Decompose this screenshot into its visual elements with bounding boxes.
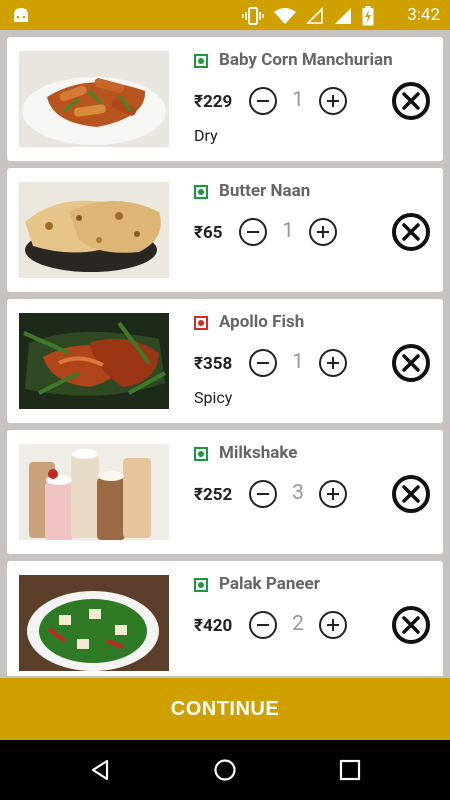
signal-empty-icon xyxy=(306,7,324,29)
item-quantity: 2 xyxy=(292,612,304,636)
vibrate-icon xyxy=(242,7,264,29)
remove-item-button[interactable] xyxy=(392,213,430,251)
decrease-quantity-button[interactable] xyxy=(239,218,267,246)
item-price: ₹229 xyxy=(194,92,233,112)
close-icon xyxy=(402,616,420,634)
increase-quantity-button[interactable] xyxy=(309,218,337,246)
increase-quantity-button[interactable] xyxy=(319,349,347,377)
navigation-bar xyxy=(0,740,450,800)
android-icon xyxy=(12,6,30,28)
cart-item-card: Butter Naan ₹65 1 xyxy=(7,168,443,292)
continue-button[interactable]: CONTINUE xyxy=(0,678,450,740)
veg-indicator-icon xyxy=(194,185,208,199)
veg-indicator-icon xyxy=(194,447,208,461)
increase-quantity-button[interactable] xyxy=(319,480,347,508)
remove-item-button[interactable] xyxy=(392,82,430,120)
remove-item-button[interactable] xyxy=(392,475,430,513)
plus-icon xyxy=(317,226,329,238)
item-quantity: 3 xyxy=(292,481,304,505)
battery-charging-icon xyxy=(362,6,374,30)
status-bar: 3:42 xyxy=(0,0,450,30)
increase-quantity-button[interactable] xyxy=(319,611,347,639)
item-note: Dry xyxy=(194,126,218,145)
minus-icon xyxy=(247,231,259,233)
cart-item-card: Palak Paneer ₹420 2 xyxy=(7,561,443,676)
plus-icon xyxy=(327,357,339,369)
food-image-baby-corn-manchurian xyxy=(19,51,169,147)
remove-item-button[interactable] xyxy=(392,606,430,644)
home-icon[interactable] xyxy=(213,758,237,782)
signal-icon xyxy=(334,7,352,29)
item-note: Spicy xyxy=(194,388,233,407)
increase-quantity-button[interactable] xyxy=(319,87,347,115)
non-veg-indicator-icon xyxy=(194,316,208,330)
item-price: ₹358 xyxy=(194,354,233,374)
decrease-quantity-button[interactable] xyxy=(249,349,277,377)
decrease-quantity-button[interactable] xyxy=(249,87,277,115)
plus-icon xyxy=(327,488,339,500)
status-time: 3:42 xyxy=(407,5,440,25)
item-name: Baby Corn Manchurian xyxy=(219,50,393,70)
item-quantity: 1 xyxy=(292,88,304,112)
close-icon xyxy=(402,223,420,241)
item-name: Butter Naan xyxy=(219,181,311,201)
decrease-quantity-button[interactable] xyxy=(249,480,277,508)
recents-icon[interactable] xyxy=(339,759,361,781)
cart-item-card: Baby Corn Manchurian ₹229 1 Dry xyxy=(7,37,443,161)
close-icon xyxy=(402,485,420,503)
decrease-quantity-button[interactable] xyxy=(249,611,277,639)
cart-item-card: Apollo Fish ₹358 1 Spicy xyxy=(7,299,443,423)
wifi-icon xyxy=(274,7,296,29)
item-name: Milkshake xyxy=(219,443,298,463)
minus-icon xyxy=(257,100,269,102)
remove-item-button[interactable] xyxy=(392,344,430,382)
item-price: ₹252 xyxy=(194,485,233,505)
veg-indicator-icon xyxy=(194,54,208,68)
back-icon[interactable] xyxy=(88,758,112,782)
item-name: Apollo Fish xyxy=(219,312,305,332)
minus-icon xyxy=(257,493,269,495)
cart-list[interactable]: Baby Corn Manchurian ₹229 1 Dry Butter N… xyxy=(0,30,450,676)
item-quantity: 1 xyxy=(282,219,294,243)
veg-indicator-icon xyxy=(194,578,208,592)
item-quantity: 1 xyxy=(292,350,304,374)
item-name: Palak Paneer xyxy=(219,574,320,594)
food-image-apollo-fish xyxy=(19,313,169,409)
food-image-palak-paneer xyxy=(19,575,169,671)
food-image-milkshake xyxy=(19,444,169,540)
minus-icon xyxy=(257,624,269,626)
item-price: ₹420 xyxy=(194,616,233,636)
food-image-butter-naan xyxy=(19,182,169,278)
close-icon xyxy=(402,354,420,372)
minus-icon xyxy=(257,362,269,364)
close-icon xyxy=(402,92,420,110)
plus-icon xyxy=(327,95,339,107)
cart-item-card: Milkshake ₹252 3 xyxy=(7,430,443,554)
plus-icon xyxy=(327,619,339,631)
item-price: ₹65 xyxy=(194,223,223,243)
